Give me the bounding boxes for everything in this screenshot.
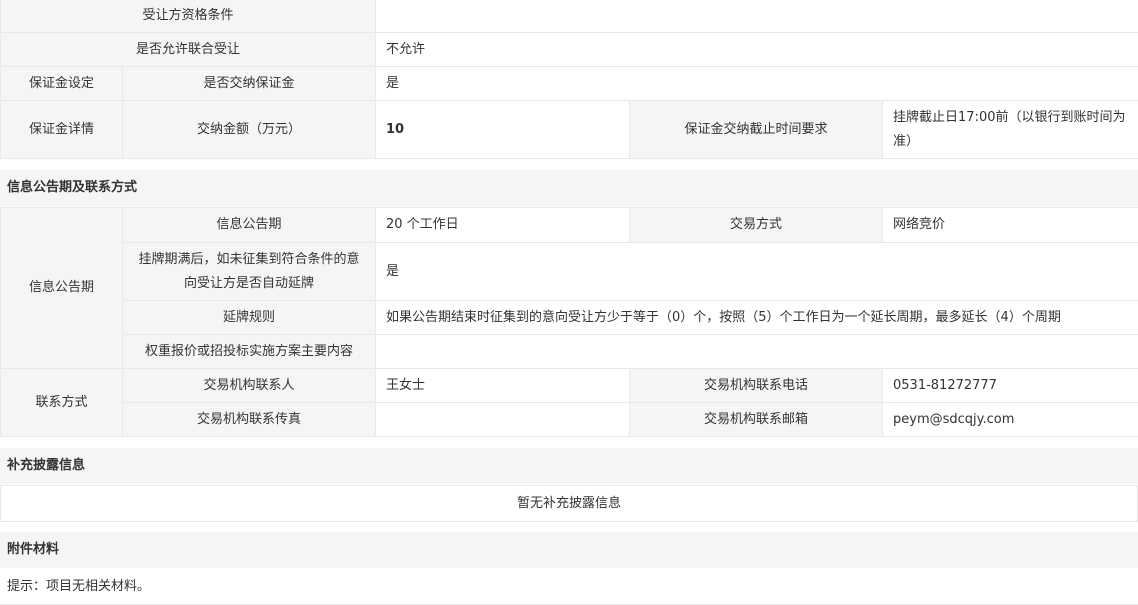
rule-label: 延牌规则 xyxy=(122,300,376,335)
table-row: 暂无补充披露信息 xyxy=(0,485,1138,522)
section-title-supplement: 补充披露信息 xyxy=(0,448,1138,484)
fax-label: 交易机构联系传真 xyxy=(122,402,376,437)
table-row: 受让方资格条件 xyxy=(0,0,1138,33)
extend-label: 挂牌期满后，如未征集到符合条件的意向受让方是否自动延牌 xyxy=(122,242,376,301)
fax-value xyxy=(375,402,630,437)
email-label: 交易机构联系邮箱 xyxy=(629,402,883,437)
joint-label: 是否允许联合受让 xyxy=(0,32,377,67)
table-row: 保证金详情 交纳金额（万元） 10 保证金交纳截止时间要求 挂牌截止日17:00… xyxy=(0,100,1138,159)
trade-label: 交易方式 xyxy=(629,207,883,243)
deposit-group-label: 保证金设定 xyxy=(0,66,123,101)
table-row: 保证金设定 是否交纳保证金 是 xyxy=(0,66,1138,101)
deposit-pay-label: 是否交纳保证金 xyxy=(121,66,377,101)
period-value: 20 个工作日 xyxy=(375,207,630,243)
deposit-pay-value: 是 xyxy=(375,66,1138,101)
table-row: 权重报价或招投标实施方案主要内容 xyxy=(1,334,1138,369)
period-label: 信息公告期 xyxy=(122,207,376,243)
rule-value: 如果公告期结束时征集到的意向受让方少于等于（0）个，按照（5）个工作日为一个延长… xyxy=(375,300,1138,335)
qualification-label: 受让方资格条件 xyxy=(0,0,377,33)
table-row: 延牌规则 如果公告期结束时征集到的意向受让方少于等于（0）个，按照（5）个工作日… xyxy=(1,300,1138,335)
phone-label: 交易机构联系电话 xyxy=(629,368,883,403)
contact-person-value: 王女士 xyxy=(375,368,630,403)
table-row: 挂牌期满后，如未征集到符合条件的意向受让方是否自动延牌 是 xyxy=(1,242,1138,301)
section-title-info: 信息公告期及联系方式 xyxy=(0,170,1138,206)
amount-label: 交纳金额（万元） xyxy=(121,100,377,159)
joint-value: 不允许 xyxy=(375,32,1138,67)
table-row: 交易机构联系传真 交易机构联系邮箱 peym@sdcqjy.com xyxy=(1,402,1138,437)
deposit-detail-label: 保证金详情 xyxy=(0,100,123,159)
amount-value: 10 xyxy=(375,100,631,159)
table-row: 信息公告期 信息公告期 20 个工作日 交易方式 网络竞价 xyxy=(0,207,1138,369)
attachments-tip: 提示：项目无相关材料。 xyxy=(0,570,1138,605)
info-table: 信息公告期 信息公告期 20 个工作日 交易方式 网络竞价 挂牌期满后，如未征集… xyxy=(0,207,1138,437)
phone-value: 0531-81272777 xyxy=(882,368,1138,403)
section-title-attachments: 附件材料 xyxy=(0,532,1138,568)
contact-group-label: 联系方式 xyxy=(0,368,123,437)
email-value: peym@sdcqjy.com xyxy=(882,402,1138,437)
info-group-label: 信息公告期 xyxy=(0,207,123,369)
supplement-table: 暂无补充披露信息 xyxy=(0,485,1138,522)
deadline-label: 保证金交纳截止时间要求 xyxy=(629,100,884,159)
weight-label: 权重报价或招投标实施方案主要内容 xyxy=(122,334,376,369)
deposit-table: 受让方资格条件 是否允许联合受让 不允许 保证金设定 是否交纳保证金 是 保证金… xyxy=(0,0,1138,159)
qualification-value xyxy=(375,0,1138,33)
table-row: 联系方式 交易机构联系人 王女士 交易机构联系电话 0531-81272777 xyxy=(0,368,1138,437)
table-row: 是否允许联合受让 不允许 xyxy=(0,32,1138,67)
extend-value: 是 xyxy=(375,242,1138,301)
deadline-value: 挂牌截止日17:00前（以银行到账时间为准） xyxy=(882,100,1138,159)
contact-person-label: 交易机构联系人 xyxy=(122,368,376,403)
trade-value: 网络竞价 xyxy=(882,207,1138,243)
supplement-empty-text: 暂无补充披露信息 xyxy=(0,485,1138,522)
weight-value xyxy=(375,334,1138,369)
